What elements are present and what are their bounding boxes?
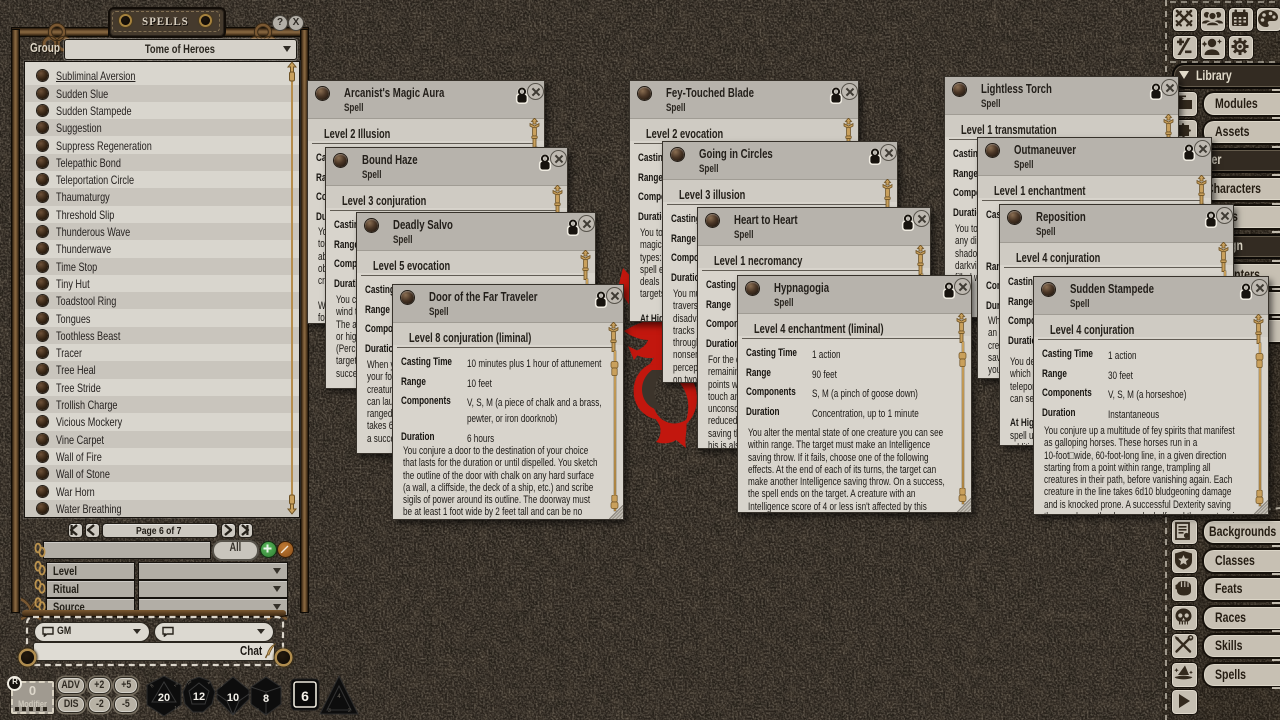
svg-text:8: 8 (263, 693, 269, 705)
svg-text:12: 12 (193, 691, 205, 703)
svg-text:6: 6 (301, 688, 309, 704)
svg-text:10: 10 (227, 692, 239, 704)
svg-text:20: 20 (158, 692, 170, 704)
svg-text:2: 2 (348, 708, 351, 714)
svg-text:3: 3 (328, 708, 331, 714)
svg-text:14: 14 (174, 706, 180, 712)
